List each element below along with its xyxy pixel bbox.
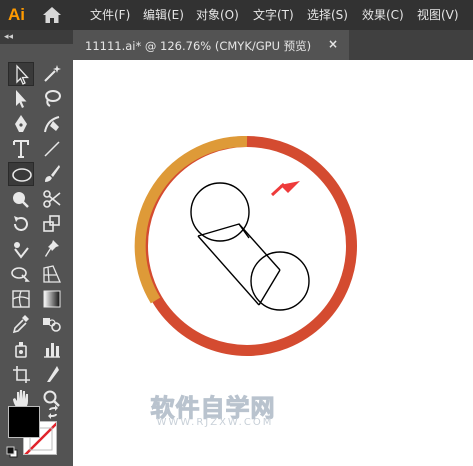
magic-wand-tool-icon[interactable] [39,62,65,86]
connector-line-left[interactable] [197,235,260,306]
direct-selection-tool-icon[interactable] [8,87,34,111]
connector-line-right[interactable] [238,223,281,271]
watermark: 软件自学网 WWW.RJZXW.COM [138,388,298,438]
ring-orange-segment[interactable] [134,135,248,304]
app-logo: Ai [8,5,25,24]
swap-fill-stroke-icon[interactable] [46,404,62,420]
symbol-sprayer-tool-icon[interactable] [8,337,34,361]
gradient-tool-icon[interactable] [39,287,65,311]
column-graph-tool-icon[interactable] [39,337,65,361]
collapse-panel-icon[interactable]: ◂◂ [4,30,13,44]
blend-tool-icon[interactable] [39,312,65,336]
close-tab-icon[interactable]: × [328,37,338,51]
slice-tool-icon[interactable] [39,362,65,386]
upper-small-circle[interactable] [190,182,250,242]
menu-file[interactable]: 文件(F) [90,7,130,23]
lasso-tool-icon[interactable] [39,87,65,111]
menu-select[interactable]: 选择(S) [307,7,348,23]
default-colors-icon[interactable] [6,446,18,458]
perspective-grid-tool-icon[interactable] [39,262,65,286]
bottom-cap-line[interactable] [258,269,281,306]
document-tab-title: 11111.ai* @ 126.76% (CMYK/GPU 预览) [85,39,312,53]
menu-type[interactable]: 文字(T) [253,7,294,23]
artboard-tool-icon[interactable] [8,362,34,386]
eyedropper-tool-icon[interactable] [8,312,34,336]
ellipse-tool-icon[interactable] [8,162,34,186]
selection-tool-icon[interactable] [8,62,34,86]
menu-object[interactable]: 对象(O) [196,7,239,23]
fill-color-swatch[interactable] [8,406,40,438]
mesh-tool-icon[interactable] [8,287,34,311]
pin-tool-icon[interactable] [39,237,65,261]
type-tool-icon[interactable] [8,137,34,161]
red-arrow-head [280,181,300,193]
menu-bar: Ai 文件(F) 编辑(E) 对象(O) 文字(T) 选择(S) 效果(C) 视… [0,0,473,30]
line-segment-tool-icon[interactable] [39,137,65,161]
curvature-tool-icon[interactable] [39,112,65,136]
scissors-tool-icon[interactable] [39,187,65,211]
home-icon[interactable] [42,6,62,24]
document-tab[interactable]: 11111.ai* @ 126.76% (CMYK/GPU 预览) × [73,30,349,60]
rotate-tool-icon[interactable] [8,212,34,236]
menu-edit[interactable]: 编辑(E) [143,7,184,23]
puppet-warp-tool-icon[interactable] [8,237,34,261]
paintbrush-tool-icon[interactable] [39,162,65,186]
scale-tool-icon[interactable] [39,212,65,236]
tools-panel-header: ◂◂ [0,30,73,44]
watermark-sub-text: WWW.RJZXW.COM [156,417,274,428]
lower-small-circle[interactable] [250,251,310,311]
document-tab-bar: 11111.ai* @ 126.76% (CMYK/GPU 预览) × [73,30,473,60]
shaper-tool-icon[interactable] [8,187,34,211]
menu-view[interactable]: 视图(V) [417,7,459,23]
pen-tool-icon[interactable] [8,112,34,136]
menu-effect[interactable]: 效果(C) [362,7,404,23]
tools-panel: ◂◂ [0,30,73,466]
shape-builder-tool-icon[interactable] [8,262,34,286]
